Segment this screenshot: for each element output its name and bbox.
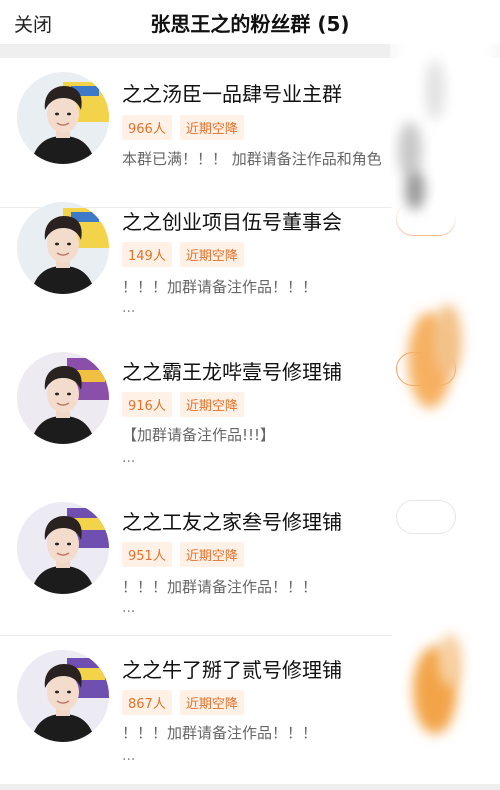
avatar [17, 352, 109, 444]
bottom-bar [0, 784, 500, 790]
header: 关闭 张思王之的粉丝群 (5) [0, 0, 500, 44]
group-description: ！！！加群请备注作品！！！ [122, 578, 318, 596]
group-name: 之之工友之家叁号修理铺 [122, 510, 342, 534]
header-divider [0, 44, 500, 58]
more-icon[interactable] [456, 14, 478, 18]
description-ellipsis: ... [122, 300, 136, 316]
member-count-badge: 966人 [122, 115, 172, 140]
status-badge: 近期空降 [179, 392, 244, 417]
avatar [17, 72, 109, 164]
status-badge: 近期空降 [179, 115, 244, 140]
group-item[interactable]: 之之工友之家叁号修理铺 951人 近期空降 ！！！加群请备注作品！！！ ... [0, 486, 500, 636]
status-badge: 近期空降 [179, 242, 244, 267]
description-ellipsis: ... [122, 748, 136, 764]
group-description: 本群已满！！！ 加群请备注作品和角色 [122, 150, 382, 168]
description-ellipsis: ... [122, 450, 136, 466]
status-badge: 近期空降 [179, 542, 244, 567]
group-item[interactable]: 之之霸王龙哔壹号修理铺 916人 近期空降 【加群请备注作品!!!】 ... [0, 336, 500, 486]
member-count-badge: 951人 [122, 542, 172, 567]
join-button[interactable] [396, 500, 456, 534]
group-description: 【加群请备注作品!!!】 [122, 426, 276, 444]
description-ellipsis: ... [122, 600, 136, 616]
member-count-badge: 916人 [122, 392, 172, 417]
member-count-badge: 867人 [122, 690, 172, 715]
group-name: 之之创业项目伍号董事会 [122, 210, 342, 234]
member-count-badge: 149人 [122, 242, 172, 267]
group-description: ！！！加群请备注作品！！！ [122, 724, 318, 742]
group-item[interactable]: 之之牛了掰了贰号修理铺 867人 近期空降 ！！！加群请备注作品！！！ ... [0, 636, 500, 786]
avatar [17, 502, 109, 594]
avatar [17, 650, 109, 742]
avatar [17, 202, 109, 294]
status-badge: 近期空降 [179, 690, 244, 715]
group-name: 之之霸王龙哔壹号修理铺 [122, 360, 342, 384]
group-name: 之之汤臣一品肆号业主群 [122, 82, 342, 106]
join-button[interactable] [396, 352, 456, 386]
page-title: 张思王之的粉丝群 (5) [150, 12, 350, 36]
group-item[interactable]: 之之创业项目伍号董事会 149人 近期空降 ！！！加群请备注作品！！！ ... [0, 186, 500, 336]
join-button[interactable] [396, 202, 456, 236]
group-name: 之之牛了掰了贰号修理铺 [122, 658, 342, 682]
group-description: ！！！加群请备注作品！！！ [122, 278, 318, 296]
